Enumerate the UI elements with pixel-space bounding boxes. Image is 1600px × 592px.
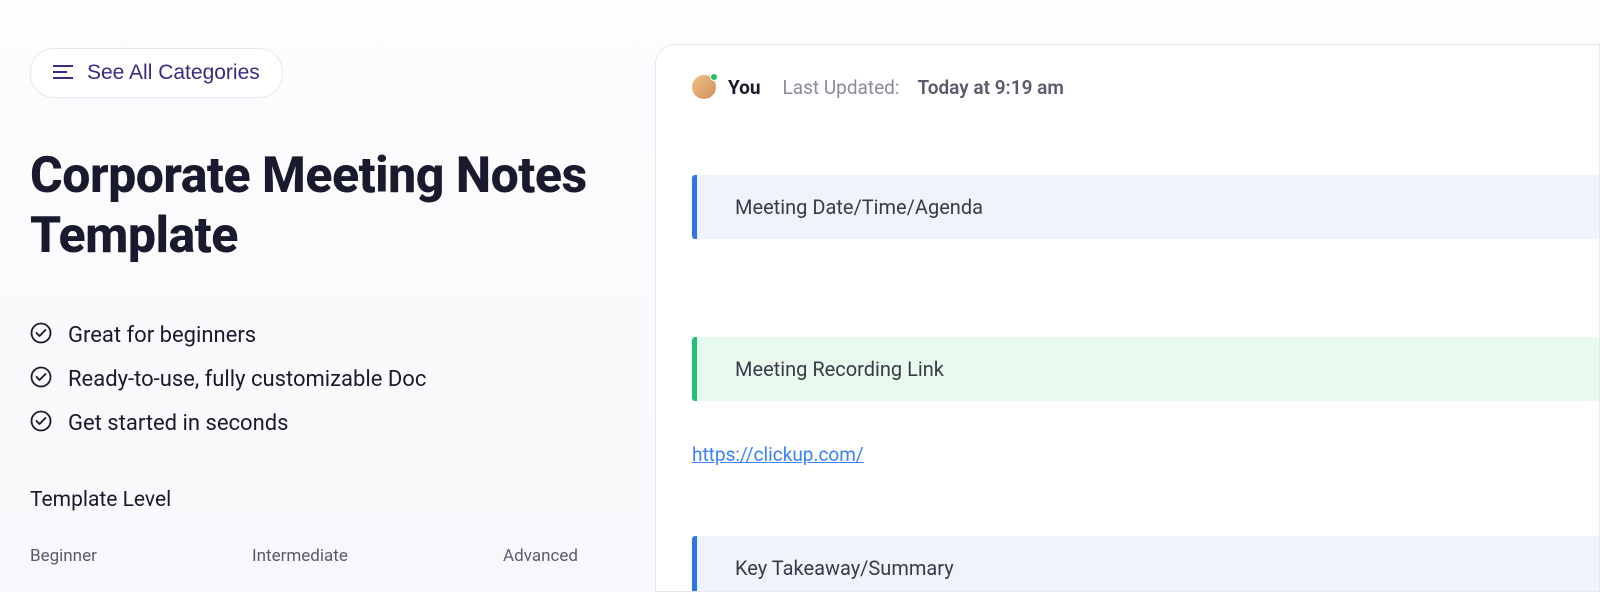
check-circle-icon [30,366,52,392]
avatar [692,75,716,99]
feature-text: Great for beginners [68,323,256,348]
recording-link[interactable]: https://clickup.com/ [692,443,864,466]
page-title: Corporate Meeting Notes Template [30,146,623,266]
list-icon [53,64,73,83]
section-label: Key Takeaway/Summary [735,556,954,580]
level-beginner-label: Beginner [30,546,97,566]
section-label: Meeting Recording Link [735,357,944,381]
see-all-categories-button[interactable]: See All Categories [30,48,283,98]
check-circle-icon [30,322,52,348]
check-circle-icon [30,410,52,436]
spacer [692,239,1599,337]
document-header: You Last Updated: Today at 9:19 am [692,75,1599,99]
feature-text: Ready-to-use, fully customizable Doc [68,367,426,392]
document-preview-panel: You Last Updated: Today at 9:19 am Meeti… [655,44,1600,592]
feature-item: Great for beginners [30,322,623,348]
template-info-panel: See All Categories Corporate Meeting Not… [0,0,655,592]
section-meeting-agenda[interactable]: Meeting Date/Time/Agenda [692,175,1599,239]
feature-item: Get started in seconds [30,410,623,436]
last-updated-label: Last Updated: [783,76,900,99]
status-indicator [710,73,718,81]
see-all-categories-label: See All Categories [87,61,260,85]
level-intermediate-label: Intermediate [252,546,348,566]
template-level-label: Template Level [30,488,623,512]
level-labels: Beginner Intermediate Advanced [30,546,578,566]
section-recording-link[interactable]: Meeting Recording Link [692,337,1599,401]
last-updated-time: Today at 9:19 am [917,76,1063,99]
feature-item: Ready-to-use, fully customizable Doc [30,366,623,392]
author-name: You [728,76,761,99]
spacer [692,401,1599,443]
features-list: Great for beginners Ready-to-use, fully … [30,322,623,436]
section-key-takeaway[interactable]: Key Takeaway/Summary [692,536,1599,592]
section-label: Meeting Date/Time/Agenda [735,195,983,219]
level-advanced-label: Advanced [503,546,578,566]
feature-text: Get started in seconds [68,411,289,436]
